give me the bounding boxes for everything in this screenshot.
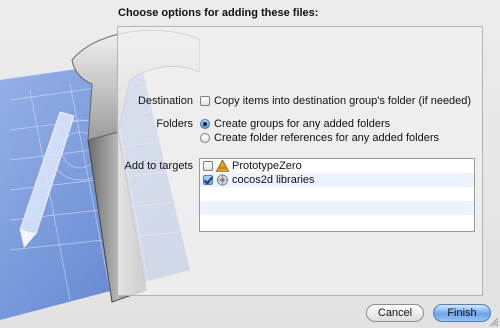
app-target-icon	[216, 160, 229, 172]
target-checkbox-prototypezero[interactable]	[203, 161, 213, 171]
resize-grip-icon[interactable]	[488, 316, 498, 326]
finish-button[interactable]: Finish	[433, 304, 491, 322]
list-empty-row	[200, 215, 474, 229]
create-folder-references-label: Create folder references for any added f…	[214, 132, 440, 144]
create-folder-references-radio[interactable]	[200, 133, 210, 143]
copy-items-label: Copy items into destination group's fold…	[214, 95, 472, 107]
targets-list[interactable]: PrototypeZero cocos2d libraries	[199, 158, 475, 232]
copy-items-checkbox[interactable]	[200, 96, 210, 106]
target-label: PrototypeZero	[232, 160, 302, 172]
cancel-button[interactable]: Cancel	[366, 304, 424, 322]
list-item[interactable]: PrototypeZero	[200, 159, 474, 173]
target-label: cocos2d libraries	[232, 174, 315, 186]
list-empty-row	[200, 187, 474, 201]
folders-label: Folders	[156, 118, 193, 130]
create-groups-radio[interactable]	[200, 119, 210, 129]
library-target-icon	[216, 174, 229, 186]
create-groups-label: Create groups for any added folders	[214, 118, 391, 130]
list-empty-row	[200, 201, 474, 215]
destination-label: Destination	[137, 95, 193, 107]
copy-items-option[interactable]: Copy items into destination group's fold…	[200, 95, 471, 107]
create-folder-references-option[interactable]: Create folder references for any added f…	[200, 132, 439, 144]
dialog-heading: Choose options for adding these files:	[118, 7, 319, 19]
list-item[interactable]: cocos2d libraries	[200, 173, 474, 187]
target-checkbox-cocos2d-libraries[interactable]	[203, 175, 213, 185]
create-groups-option[interactable]: Create groups for any added folders	[200, 118, 390, 130]
add-to-targets-label: Add to targets	[124, 160, 194, 172]
